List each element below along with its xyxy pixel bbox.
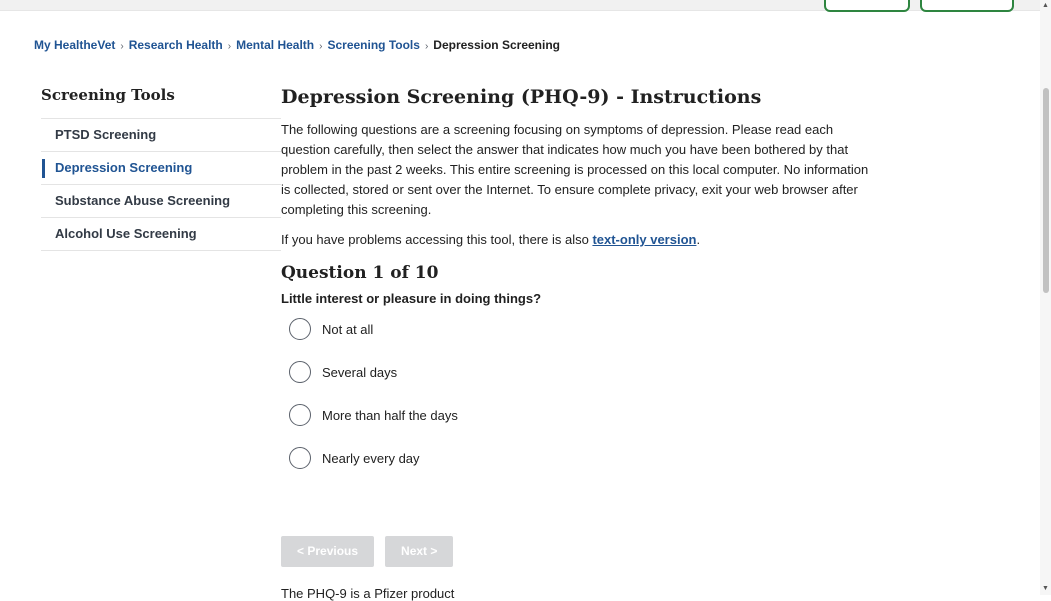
header-button[interactable] xyxy=(824,0,910,12)
breadcrumb-link-research-health[interactable]: Research Health xyxy=(129,38,223,52)
sidebar-item-ptsd-screening[interactable]: PTSD Screening xyxy=(41,119,281,152)
sidebar-title: Screening Tools xyxy=(41,86,175,104)
question-text: Little interest or pleasure in doing thi… xyxy=(281,291,542,306)
sidebar-item-substance-abuse-screening[interactable]: Substance Abuse Screening xyxy=(41,185,281,218)
accessibility-end: . xyxy=(696,232,701,247)
page-scrollbar[interactable]: ▲ ▼ xyxy=(1040,0,1051,595)
page-title: Depression Screening (PHQ-9) - Instructi… xyxy=(281,86,762,108)
question-heading: Question 1 of 10 xyxy=(281,263,439,283)
sidebar-item-alcohol-use-screening[interactable]: Alcohol Use Screening xyxy=(41,218,281,251)
breadcrumb: My HealtheVet › Research Health › Mental Hea… xyxy=(34,38,560,52)
scroll-up-arrow-icon[interactable]: ▲ xyxy=(1042,2,1049,10)
breadcrumb-link-screening-tools[interactable]: Screening Tools xyxy=(327,38,419,52)
answer-label[interactable]: Nearly every day xyxy=(322,451,420,466)
scroll-down-arrow-icon[interactable]: ▼ xyxy=(1042,585,1049,593)
accessibility-note: If you have problems accessing this tool… xyxy=(281,230,901,250)
breadcrumb-separator-icon: › xyxy=(120,41,124,52)
radio-button[interactable] xyxy=(289,318,311,340)
radio-button[interactable] xyxy=(289,361,311,383)
answer-option-nearly-every-day[interactable]: Nearly every day xyxy=(281,445,901,471)
breadcrumb-link-myhealthevet[interactable]: My HealtheVet xyxy=(34,38,115,52)
text-only-version-link[interactable]: text-only version xyxy=(592,232,696,247)
instructions-line: question carefully, then select the answ… xyxy=(281,142,823,157)
instructions-paragraph: The following questions are a screening … xyxy=(281,120,881,220)
answer-option-not-at-all[interactable]: Not at all xyxy=(281,316,901,342)
sidebar-item-depression-screening[interactable]: Depression Screening xyxy=(41,152,281,185)
radio-button[interactable] xyxy=(289,404,311,426)
breadcrumb-separator-icon: › xyxy=(319,41,323,52)
breadcrumb-current: Depression Screening xyxy=(433,38,560,52)
answer-label[interactable]: Several days xyxy=(322,365,397,380)
sidebar-nav: PTSD Screening Depression Screening Subs… xyxy=(41,118,281,251)
scrollbar-thumb[interactable] xyxy=(1043,88,1049,293)
breadcrumb-separator-icon: › xyxy=(227,41,232,52)
phq9-attribution: The PHQ-9 is a Pfizer product xyxy=(281,586,455,601)
breadcrumb-link-mental-health[interactable]: Mental Health xyxy=(236,38,314,52)
sidebar: Screening Tools PTSD Screening Depressio… xyxy=(41,84,281,251)
header-button[interactable] xyxy=(920,0,1014,12)
main-content: Depression Screening (PHQ-9) - Instructi… xyxy=(281,84,901,601)
accessibility-text: If you have problems accessing this tool… xyxy=(281,232,593,247)
radio-button[interactable] xyxy=(289,447,311,469)
answer-option-more-than-half[interactable]: More than half the days xyxy=(281,402,901,428)
top-header-bar xyxy=(0,0,1040,12)
answer-option-several-days[interactable]: Several days xyxy=(281,359,901,385)
previous-button[interactable]: < Previous xyxy=(281,536,375,567)
instructions-line: The following questions are a screening … xyxy=(281,122,834,137)
answer-label[interactable]: Not at all xyxy=(322,322,373,337)
breadcrumb-separator-icon: › xyxy=(424,41,429,52)
answer-options: Not at all Several days More than half t… xyxy=(281,316,901,471)
next-button[interactable]: Next > xyxy=(385,536,454,567)
answer-label[interactable]: More than half the days xyxy=(322,408,458,423)
question-navigation: < Previous Next > xyxy=(281,536,454,567)
